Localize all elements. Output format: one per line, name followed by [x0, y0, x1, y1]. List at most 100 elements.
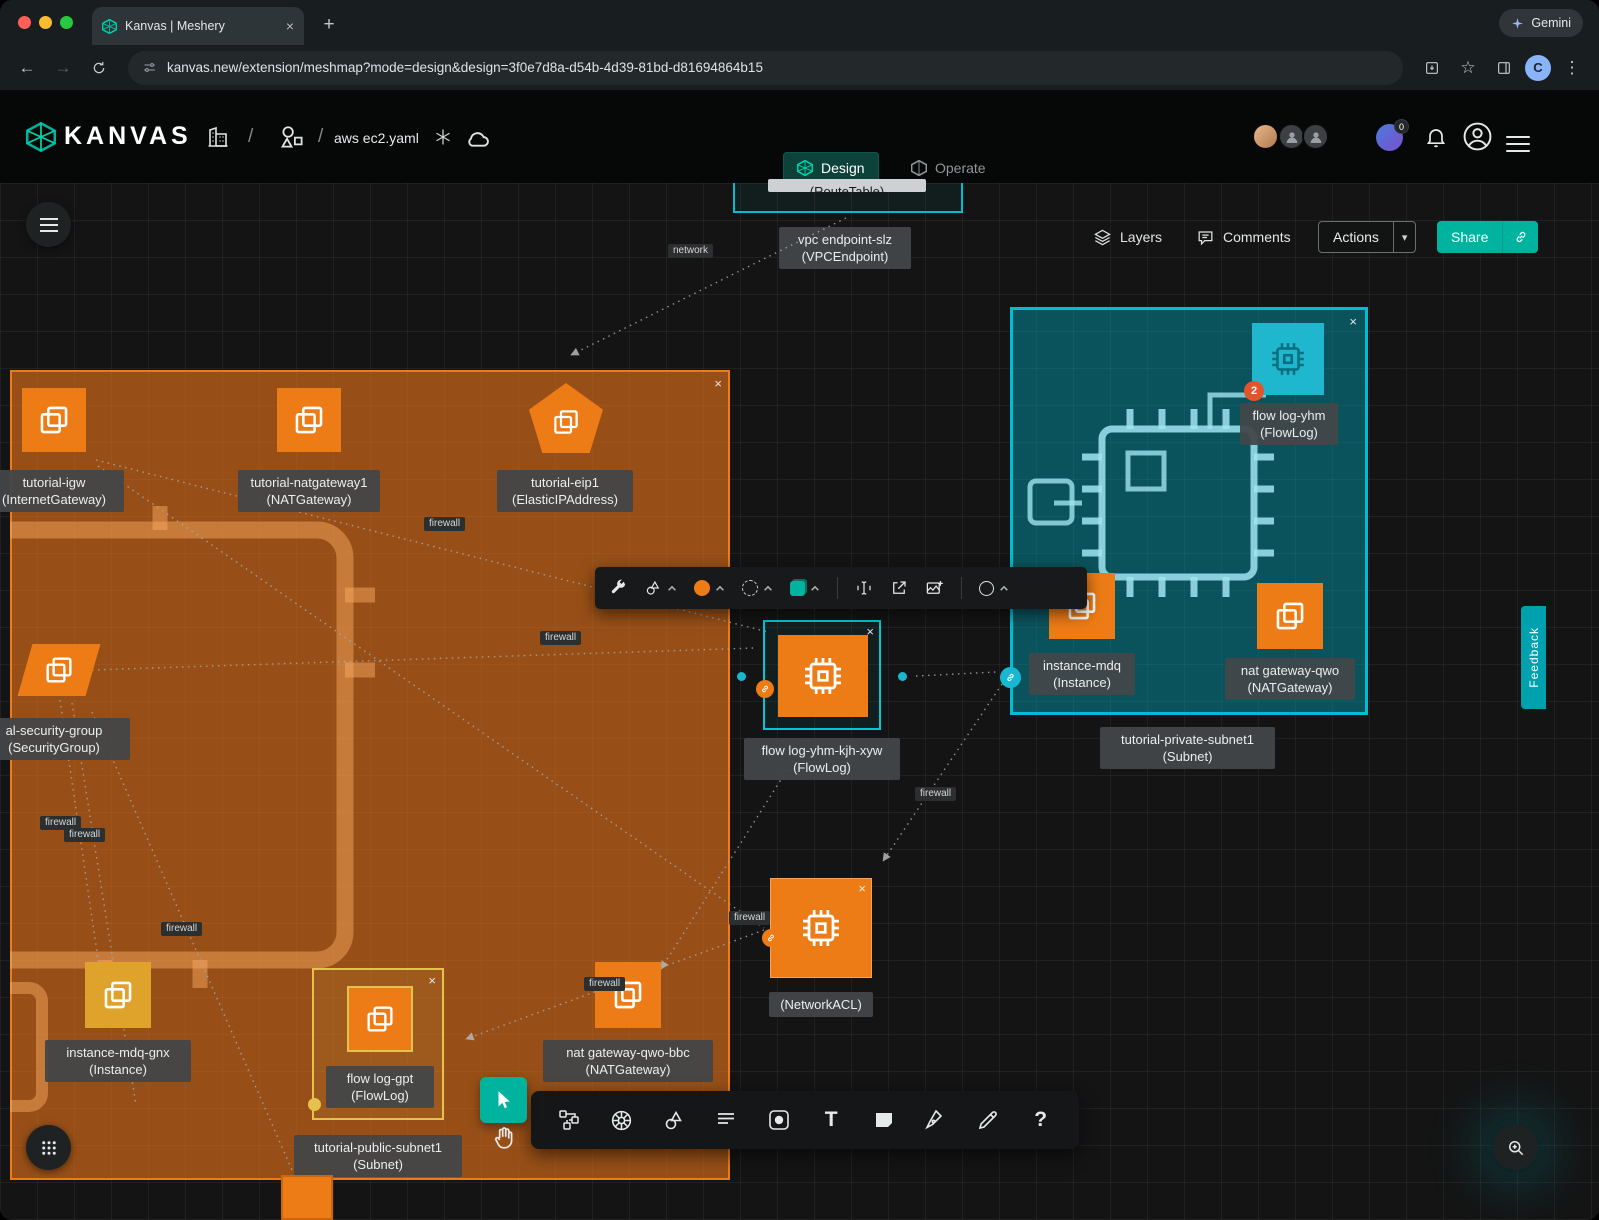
site-settings-icon[interactable]	[142, 60, 157, 75]
border-style-picker-button[interactable]	[742, 580, 773, 596]
pointer-icon	[493, 1089, 515, 1111]
copy-link-icon[interactable]	[1502, 221, 1538, 253]
tools-wrench-button[interactable]	[609, 579, 627, 597]
shapes-tool-button[interactable]	[658, 1104, 690, 1136]
forward-button[interactable]: →	[48, 53, 78, 83]
selection-box-flow-log-gpt[interactable]: × flow log-gpt (FlowLog)	[312, 968, 444, 1120]
autosave-icon[interactable]	[434, 128, 452, 146]
tab-close-icon[interactable]: ×	[286, 18, 294, 34]
pan-tool-button[interactable]	[491, 1124, 517, 1152]
organization-icon[interactable]	[206, 125, 230, 149]
browser-tab[interactable]: Kanvas | Meshery ×	[92, 7, 304, 45]
remove-group-icon[interactable]: ×	[714, 377, 722, 390]
node-flow-log-yhm[interactable]: 2	[1252, 323, 1324, 395]
apps-button[interactable]	[26, 1125, 71, 1170]
browser-menu-button[interactable]: ⋮	[1557, 53, 1587, 83]
help-button[interactable]: ?	[1025, 1104, 1057, 1136]
text-tool-button[interactable]: T	[815, 1104, 847, 1136]
design-canvas[interactable]: Layers Comments Actions ▾ Share	[0, 183, 1599, 1220]
lens-picker-button[interactable]	[979, 581, 1009, 596]
node-nat-gateway-qwo-bbc[interactable]	[595, 962, 661, 1028]
node-color-picker-button[interactable]	[694, 580, 725, 596]
collaborator-avatar[interactable]	[1302, 123, 1329, 150]
edge-connector-handle[interactable]	[1000, 667, 1021, 688]
new-tab-button[interactable]: +	[316, 12, 342, 38]
url-bar[interactable]: kanvas.new/extension/meshmap?mode=design…	[128, 51, 1403, 85]
save-page-button[interactable]	[1417, 53, 1447, 83]
pen-tool-button[interactable]	[920, 1104, 952, 1136]
collaborator-avatar[interactable]	[1252, 123, 1279, 150]
chevron-up-icon	[763, 585, 773, 592]
comments-button[interactable]: Comments	[1196, 221, 1291, 253]
chevron-up-icon	[667, 585, 677, 592]
remove-node-icon[interactable]: ×	[866, 625, 874, 638]
feedback-tab[interactable]: Feedback	[1521, 606, 1546, 709]
group-box-private-subnet[interactable]: × 2 flow log-yhm (FlowLog) instance-mdq …	[1010, 307, 1368, 715]
sticker-tool-button[interactable]	[763, 1104, 795, 1136]
node-name: flow log-yhm	[1246, 407, 1332, 424]
kanvas-logo-icon	[26, 122, 56, 152]
rename-button[interactable]	[855, 579, 873, 597]
node-instance-mdq-gnx[interactable]	[85, 962, 151, 1028]
link-icon	[1005, 672, 1016, 683]
cloud-sync-icon[interactable]	[464, 126, 491, 153]
node-label: nat gateway-qwo-bbc (NATGateway)	[543, 1040, 713, 1082]
edge-connector-handle[interactable]	[308, 1098, 321, 1111]
node-nat-gateway-qwo[interactable]	[1257, 583, 1323, 649]
window-minimize-button[interactable]	[39, 16, 52, 29]
gemini-button[interactable]: Gemini	[1499, 9, 1583, 37]
collaborator-avatar[interactable]	[1278, 123, 1305, 150]
browser-profile-avatar[interactable]: C	[1525, 55, 1551, 81]
back-button[interactable]: ←	[12, 53, 42, 83]
node-flow-log-gpt[interactable]	[347, 986, 413, 1052]
node-tutorial-natgateway1[interactable]	[277, 388, 341, 452]
edge-connector-handle[interactable]	[762, 929, 780, 947]
zoom-button[interactable]	[1493, 1125, 1538, 1170]
window-close-button[interactable]	[18, 16, 31, 29]
designs-icon[interactable]	[278, 123, 305, 150]
node-label: nat gateway-qwo (NATGateway)	[1225, 658, 1355, 700]
window-maximize-button[interactable]	[60, 16, 73, 29]
bell-icon[interactable]	[1424, 125, 1448, 149]
node-flow-log-kjh-icon[interactable]	[778, 635, 868, 717]
note-tool-button[interactable]	[868, 1104, 900, 1136]
open-in-new-button[interactable]	[890, 579, 908, 597]
bookmark-button[interactable]: ☆	[1453, 53, 1483, 83]
remove-group-icon[interactable]: ×	[1349, 315, 1357, 328]
layers-button[interactable]: Layers	[1093, 221, 1162, 253]
select-tool-button[interactable]	[480, 1077, 527, 1123]
chevron-down-icon[interactable]: ▾	[1393, 222, 1416, 252]
user-account-icon[interactable]	[1462, 121, 1493, 152]
flowchart-tool-button[interactable]	[553, 1104, 585, 1136]
edge-connector-handle[interactable]	[756, 680, 774, 698]
selected-node-flow-log[interactable]: ×	[763, 620, 881, 730]
add-image-button[interactable]	[925, 579, 944, 598]
breadcrumb-separator: /	[248, 126, 253, 148]
node-tutorial-igw[interactable]	[22, 388, 86, 452]
kubernetes-tool-button[interactable]	[606, 1104, 638, 1136]
canvas-menu-button[interactable]	[26, 202, 71, 247]
resize-handle[interactable]	[737, 672, 746, 681]
reload-button[interactable]	[84, 53, 114, 83]
node-clipped-bottom[interactable]	[281, 1175, 333, 1220]
shapes-picker-button[interactable]	[644, 579, 677, 597]
remove-node-icon[interactable]: ×	[858, 882, 866, 895]
remove-node-icon[interactable]: ×	[428, 974, 436, 987]
actions-dropdown[interactable]: Actions ▾	[1318, 221, 1416, 253]
share-button[interactable]: Share	[1437, 221, 1538, 253]
side-panel-button[interactable]	[1489, 53, 1519, 83]
edge-label: firewall	[540, 631, 581, 645]
node-label: flow log-yhm-kjh-xyw (FlowLog)	[744, 738, 900, 780]
resize-handle[interactable]	[898, 672, 907, 681]
node-label: tutorial-natgateway1 (NATGateway)	[238, 470, 380, 512]
save-panel-icon	[1424, 60, 1440, 76]
annotation-tool-button[interactable]	[710, 1104, 742, 1136]
design-file-name[interactable]: aws ec2.yaml	[334, 130, 419, 146]
pencil-icon	[976, 1108, 1000, 1132]
pencil-tool-button[interactable]	[972, 1104, 1004, 1136]
text-lines-icon	[714, 1108, 738, 1132]
node-network-acl[interactable]: ×	[770, 878, 872, 978]
design-mode-icon	[797, 160, 813, 176]
shape-fill-picker-button[interactable]	[790, 581, 820, 596]
app-menu-button[interactable]	[1506, 131, 1530, 157]
